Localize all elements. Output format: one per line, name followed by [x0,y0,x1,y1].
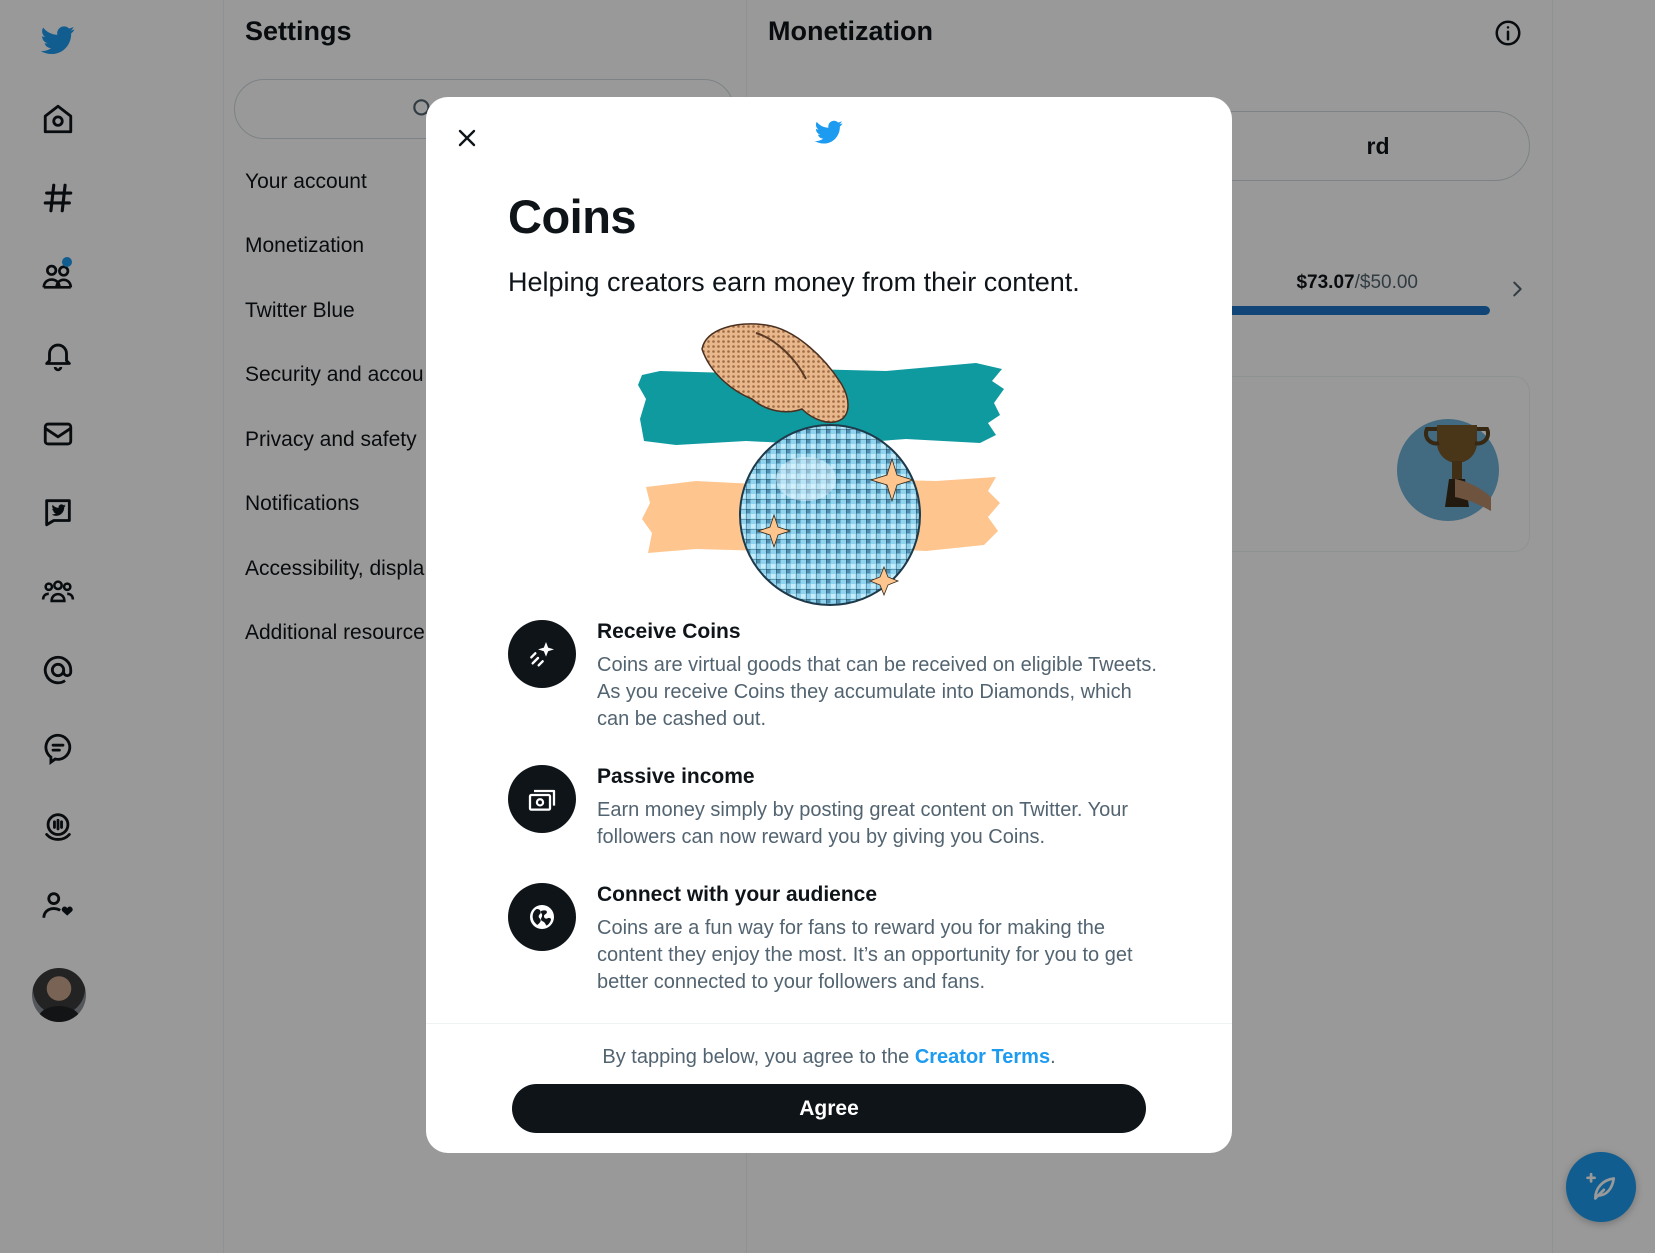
feature-title: Passive income [597,765,755,788]
twitter-logo-icon [815,120,843,144]
feature-description: Coins are virtual goods that can be rece… [597,654,1157,730]
feature-title: Connect with your audience [597,883,878,906]
close-icon [458,129,476,147]
modal-footer: By tapping below, you agree to the Creat… [426,1023,1232,1153]
creator-terms-link[interactable]: Creator Terms [915,1046,1050,1068]
agree-button[interactable]: Agree [512,1084,1146,1133]
terms-prefix: By tapping below, you agree to the [602,1046,915,1068]
terms-suffix: . [1050,1046,1056,1068]
modal-subtitle: Helping creators earn money from their c… [508,267,1080,297]
sparkle-star-icon [508,620,576,688]
feature-description: Coins are a fun way for fans to reward y… [597,917,1133,993]
money-stack-icon [508,765,576,833]
modal-title: Coins [508,190,637,243]
hero-illustration [638,323,1004,606]
globe-icon [508,883,576,951]
feature-title: Receive Coins [597,620,741,643]
close-button[interactable] [444,115,490,161]
feature-description: Earn money simply by posting great conte… [597,799,1129,848]
coins-modal: Coins Helping creators earn money from t… [426,97,1232,1153]
terms-text: By tapping below, you agree to the Creat… [426,1046,1232,1069]
